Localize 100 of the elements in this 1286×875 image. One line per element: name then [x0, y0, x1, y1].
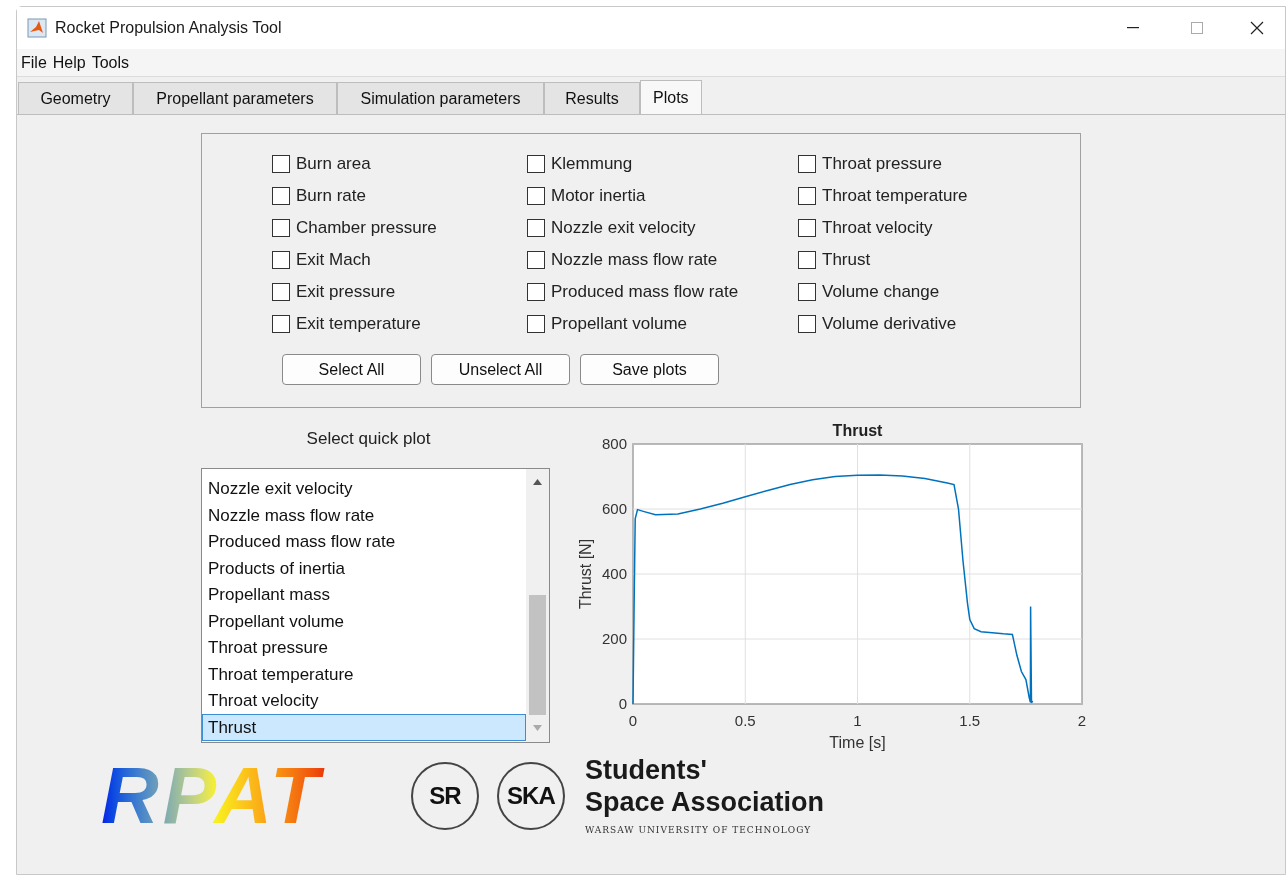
- checkbox-label: Burn rate: [296, 185, 366, 208]
- plot-checkbox[interactable]: Throat pressure: [798, 148, 968, 180]
- y-tick-label: 0: [618, 695, 627, 712]
- checkbox-square[interactable]: [272, 251, 290, 269]
- checkbox-square[interactable]: [272, 219, 290, 237]
- plot-checkbox[interactable]: Thrust: [798, 244, 968, 276]
- plot-checkbox[interactable]: Exit temperature: [272, 308, 527, 340]
- checkbox-label: Throat temperature: [822, 185, 968, 208]
- plot-checkbox[interactable]: Klemmung: [527, 148, 798, 180]
- checkbox-label: Exit Mach: [296, 249, 371, 272]
- minimize-icon: [1127, 27, 1139, 29]
- checkbox-square[interactable]: [272, 155, 290, 173]
- checkbox-square[interactable]: [527, 187, 545, 205]
- tab[interactable]: Results: [544, 82, 640, 114]
- list-item[interactable]: Nozzle mass flow rate: [202, 502, 526, 529]
- association-name: Students': [584, 754, 708, 787]
- list-item[interactable]: Throat pressure: [202, 634, 526, 661]
- tab[interactable]: Propellant parameters: [133, 82, 337, 114]
- action-button[interactable]: Save plots: [580, 354, 719, 385]
- checkbox-label: Motor inertia: [551, 185, 646, 208]
- x-tick-label: 0.5: [734, 712, 756, 729]
- tab[interactable]: Geometry: [18, 82, 133, 114]
- plot-checkbox[interactable]: Exit Mach: [272, 244, 527, 276]
- list-item[interactable]: Throat velocity: [202, 687, 526, 714]
- x-tick-label: 2: [1077, 712, 1087, 729]
- x-tick-label: 0: [628, 712, 638, 729]
- checkbox-label: Burn area: [296, 153, 371, 176]
- plot-checkbox[interactable]: Burn area: [272, 148, 527, 180]
- y-tick-label: 400: [601, 565, 627, 582]
- plot-checkbox[interactable]: Throat temperature: [798, 180, 968, 212]
- plot-checkbox[interactable]: Nozzle mass flow rate: [527, 244, 798, 276]
- checkbox-square[interactable]: [527, 283, 545, 301]
- checkbox-label: Thrust: [822, 249, 871, 272]
- menu-item[interactable]: File: [21, 50, 47, 75]
- checkbox-label: Throat velocity: [822, 217, 933, 240]
- scroll-down-icon: [533, 724, 542, 731]
- list-item[interactable]: Thrust: [202, 714, 526, 741]
- checkbox-label: Propellant volume: [551, 313, 688, 336]
- emblem-text: SR: [429, 781, 461, 811]
- checkbox-square[interactable]: [272, 187, 290, 205]
- checkbox-square[interactable]: [798, 155, 816, 173]
- x-tick-label: 1: [853, 712, 862, 729]
- x-tick-label: 1.5: [959, 712, 981, 729]
- plot-checkbox[interactable]: Volume derivative: [798, 308, 968, 340]
- quick-plot-label: Select quick plot: [306, 428, 431, 450]
- list-item[interactable]: Propellant volume: [202, 608, 526, 635]
- menu-item[interactable]: Tools: [91, 50, 130, 75]
- scroll-up-icon: [533, 478, 542, 485]
- association-name: Space Association: [584, 786, 824, 819]
- list-item[interactable]: Propellant mass: [202, 581, 526, 608]
- checkbox-square[interactable]: [272, 283, 290, 301]
- checkbox-label: Produced mass flow rate: [551, 281, 739, 304]
- plot-checkbox[interactable]: Produced mass flow rate: [527, 276, 798, 308]
- checkbox-square[interactable]: [798, 315, 816, 333]
- plot-checkbox[interactable]: Motor inertia: [527, 180, 798, 212]
- list-item[interactable]: Nozzle exit velocity: [202, 475, 526, 502]
- checkbox-label: Nozzle mass flow rate: [551, 249, 718, 272]
- checkbox-label: Exit pressure: [296, 281, 396, 304]
- plot-checkbox[interactable]: Volume change: [798, 276, 968, 308]
- checkbox-label: Nozzle exit velocity: [551, 217, 696, 240]
- tab[interactable]: Plots: [640, 80, 702, 114]
- action-button[interactable]: Unselect All: [431, 354, 570, 385]
- menu-item[interactable]: Help: [52, 50, 86, 75]
- plot-checkbox[interactable]: Chamber pressure: [272, 212, 527, 244]
- list-item[interactable]: Produced mass flow rate: [202, 528, 526, 555]
- university-name: WARSAW UNIVERSITY OF TECHNOLOGY: [584, 824, 813, 838]
- checkbox-square[interactable]: [527, 155, 545, 173]
- checkbox-label: Volume derivative: [822, 313, 957, 336]
- list-item[interactable]: Products of inertia: [202, 555, 526, 582]
- checkbox-square[interactable]: [798, 283, 816, 301]
- checkbox-label: Volume change: [822, 281, 940, 304]
- plot-checkbox[interactable]: Burn rate: [272, 180, 527, 212]
- plot-checkbox[interactable]: Nozzle exit velocity: [527, 212, 798, 244]
- checkbox-square[interactable]: [527, 219, 545, 237]
- app-icon: [27, 18, 47, 38]
- checkbox-square[interactable]: [527, 251, 545, 269]
- quick-plot-list[interactable]: Nozzle exit velocity Nozzle mass flow rate Produced mass flow rate Products of inertia Propellant mass Propellant volume Throat pressure Throat temperature Throat velocity Thrust: [201, 467, 550, 743]
- scrollbar-thumb[interactable]: [529, 594, 546, 715]
- emblem-text: SKA: [507, 781, 555, 811]
- y-tick-label: 600: [601, 500, 627, 517]
- checkbox-square[interactable]: [527, 315, 545, 333]
- scrollbar[interactable]: [526, 468, 549, 742]
- close-icon: [1250, 21, 1264, 35]
- y-tick-label: 200: [601, 630, 627, 647]
- window-title: Rocket Propulsion Analysis Tool: [55, 18, 282, 38]
- checkbox-label: Exit temperature: [296, 313, 421, 336]
- list-item[interactable]: Throat temperature: [202, 661, 526, 688]
- action-button[interactable]: Select All: [282, 354, 421, 385]
- checkbox-square[interactable]: [798, 219, 816, 237]
- y-tick-label: 800: [601, 435, 627, 452]
- chart-title: Thrust: [832, 422, 883, 439]
- checkbox-label: Throat pressure: [822, 153, 942, 176]
- checkbox-square[interactable]: [798, 187, 816, 205]
- plot-checkbox[interactable]: Exit pressure: [272, 276, 527, 308]
- plot-checkbox[interactable]: Throat velocity: [798, 212, 968, 244]
- checkbox-square[interactable]: [798, 251, 816, 269]
- plot-checkbox[interactable]: Propellant volume: [527, 308, 798, 340]
- checkbox-square[interactable]: [272, 315, 290, 333]
- checkbox-label: Klemmung: [551, 153, 633, 176]
- tab[interactable]: Simulation parameters: [337, 82, 544, 114]
